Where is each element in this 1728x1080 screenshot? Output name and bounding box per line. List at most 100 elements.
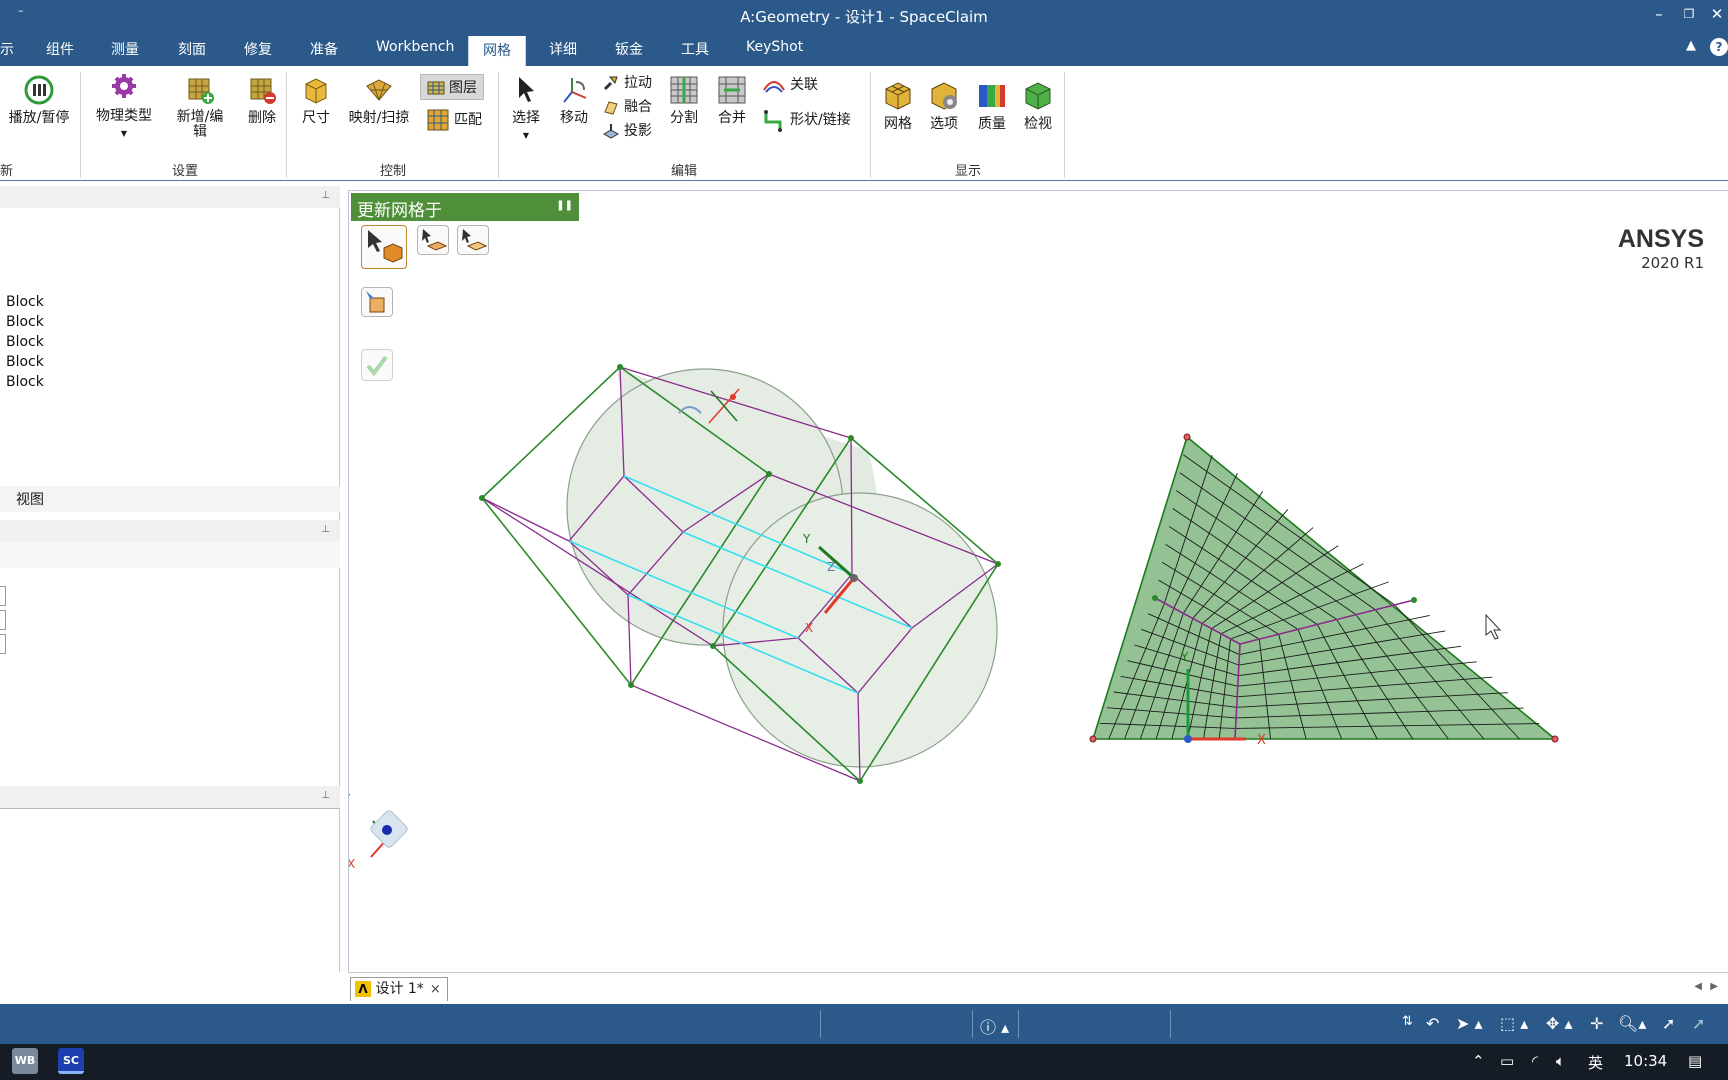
tree-item-block[interactable]: Block <box>6 294 44 310</box>
map-sweep-button[interactable]: 映射/扫掠 <box>344 74 414 127</box>
graphics-viewport[interactable]: 更新网格于 ❚❚ ANSYS 2020 R1 Y Z X Y X X <box>348 190 1728 972</box>
play-pause-button[interactable]: 播放/暂停 <box>4 74 74 127</box>
pivot-marker <box>678 388 740 424</box>
volume-icon[interactable]: 🔈︎ <box>1556 1052 1565 1070</box>
pin-icon[interactable]: ⊥ <box>321 190 330 201</box>
pull-button[interactable]: 拉动 <box>602 72 652 92</box>
axis-label-y: Y <box>1180 650 1189 664</box>
update-mesh-bar[interactable]: 更新网格于 ❚❚ <box>351 193 579 221</box>
tab-scroll-right-icon[interactable]: ▶ <box>1710 981 1718 992</box>
restore-button[interactable]: ❐ <box>1676 2 1702 26</box>
size-icon <box>305 78 327 104</box>
mesh-display-button[interactable]: 网格 <box>878 80 918 133</box>
size-button[interactable]: 尺寸 <box>296 74 336 127</box>
move-button[interactable]: 移动 <box>552 74 596 127</box>
tab-scroll-left-icon[interactable]: ◀ <box>1694 981 1702 992</box>
view-row[interactable]: 视图 <box>0 486 340 512</box>
panel-header: ⊥ <box>0 786 340 808</box>
select-tool-alt[interactable] <box>361 287 393 317</box>
property-row <box>0 542 340 568</box>
select-button[interactable]: 选择 ▼ <box>506 74 546 144</box>
tree-item-block[interactable]: Block <box>6 374 44 390</box>
minimize-button[interactable]: – <box>1646 2 1672 26</box>
property-field[interactable] <box>0 610 6 630</box>
tab-partial[interactable]: 示 <box>0 39 14 59</box>
tree-item-block[interactable]: Block <box>6 334 44 350</box>
tab-workbench[interactable]: Workbench <box>376 39 454 55</box>
pin-icon[interactable]: ⊥ <box>321 524 330 535</box>
select-body-icon <box>368 230 403 263</box>
box-select-icon[interactable]: ⬚ ▴ <box>1500 1014 1528 1033</box>
previous-view-icon[interactable]: ➚ <box>1662 1014 1675 1033</box>
zoom-icon[interactable]: 🔍︎▴ <box>1618 1014 1646 1033</box>
pause-icon[interactable]: ❚❚ <box>556 200 573 211</box>
shape-link-button[interactable]: 形状/链接 <box>762 108 851 132</box>
project-icon <box>602 124 620 139</box>
tab-tools[interactable]: 工具 <box>681 39 709 59</box>
tab-mesh[interactable]: 网格 <box>468 36 526 66</box>
document-tab-bar: Λ 设计 1* × ◀ ▶ <box>348 972 1728 1004</box>
select-body-tool[interactable] <box>361 225 407 269</box>
ansys-tab-icon: Λ <box>355 981 371 997</box>
new-edit-button[interactable]: 新增/编 辑 <box>168 74 232 140</box>
spin-arrows-icon[interactable]: ⇅ <box>1402 1014 1413 1029</box>
inspect-button[interactable]: 检视 <box>1018 80 1058 133</box>
property-field[interactable] <box>0 634 6 654</box>
tree-item-block[interactable]: Block <box>6 354 44 370</box>
select-mode-icon[interactable]: ➤ ▴ <box>1456 1014 1483 1033</box>
pan-icon[interactable]: ✛ <box>1590 1014 1603 1033</box>
collapse-ribbon-icon[interactable]: ▲ <box>1686 38 1696 53</box>
dropdown-arrow-icon: ▼ <box>522 131 530 140</box>
next-view-icon[interactable]: ➚ <box>1692 1014 1705 1033</box>
ime-indicator[interactable]: 英 <box>1588 1052 1603 1073</box>
mesh-cube-icon <box>885 82 911 110</box>
dropdown-arrow-icon: ▼ <box>120 129 128 138</box>
select-edge-icon <box>462 229 488 251</box>
tab-keyshot[interactable]: KeyShot <box>746 39 803 55</box>
tab-facets[interactable]: 刻面 <box>178 39 206 59</box>
layers-button[interactable]: 图层 <box>420 74 484 100</box>
physics-type-button[interactable]: 物理类型 ▼ <box>92 72 156 142</box>
project-button[interactable]: 投影 <box>602 120 652 140</box>
info-icon[interactable]: ⓘ ▴ <box>980 1014 1009 1038</box>
complete-button[interactable] <box>361 349 393 381</box>
tab-detail[interactable]: 详细 <box>549 39 577 59</box>
os-taskbar: WB SC ⌃ ▭ ◜ 🔈︎ 英 10:34 ▤ <box>0 1044 1728 1080</box>
tab-measure[interactable]: 测量 <box>111 39 139 59</box>
document-tab[interactable]: Λ 设计 1* × <box>350 977 448 1001</box>
tray-expand-icon[interactable]: ⌃ <box>1472 1052 1485 1070</box>
delete-button[interactable]: 删除 <box>242 74 282 127</box>
taskbar-app-workbench[interactable]: WB <box>12 1048 38 1074</box>
pin-icon[interactable]: ⊥ <box>321 790 330 801</box>
split-button[interactable]: 分割 <box>664 74 704 127</box>
options-button[interactable]: 选项 <box>924 80 964 133</box>
notification-icon[interactable]: ▤ <box>1688 1052 1702 1070</box>
close-button[interactable]: ✕ <box>1704 2 1728 26</box>
move-icon <box>563 78 587 103</box>
clock[interactable]: 10:34 <box>1624 1052 1667 1070</box>
select-edge-tool[interactable] <box>457 225 489 255</box>
tab-sheet-metal[interactable]: 钣金 <box>615 39 643 59</box>
mouse-cursor-icon <box>1485 613 1502 640</box>
tab-repair[interactable]: 修复 <box>244 39 272 59</box>
tab-components[interactable]: 组件 <box>46 39 74 59</box>
tree-item-block[interactable]: Block <box>6 314 44 330</box>
undo-view-icon[interactable]: ↶ <box>1426 1014 1439 1033</box>
status-divider <box>1018 1010 1019 1038</box>
property-field[interactable] <box>0 586 6 606</box>
match-button[interactable]: 匹配 <box>426 108 482 132</box>
rotate-view-icon[interactable]: ✥ ▴ <box>1546 1014 1573 1033</box>
network-icon[interactable]: ◜ <box>1532 1052 1538 1070</box>
help-icon[interactable]: ? <box>1710 38 1728 56</box>
quality-button[interactable]: 质量 <box>972 80 1012 133</box>
associate-button[interactable]: 关联 <box>762 74 818 96</box>
shape-link-icon <box>764 110 782 132</box>
blend-button[interactable]: 融合 <box>602 96 652 116</box>
taskbar-app-spaceclaim[interactable]: SC <box>58 1048 84 1074</box>
select-arrow-icon <box>519 77 534 102</box>
tab-prepare[interactable]: 准备 <box>310 39 338 59</box>
battery-icon[interactable]: ▭ <box>1500 1052 1514 1070</box>
close-tab-icon[interactable]: × <box>430 982 441 997</box>
merge-button[interactable]: 合并 <box>712 74 752 127</box>
select-face-tool[interactable] <box>417 225 449 255</box>
